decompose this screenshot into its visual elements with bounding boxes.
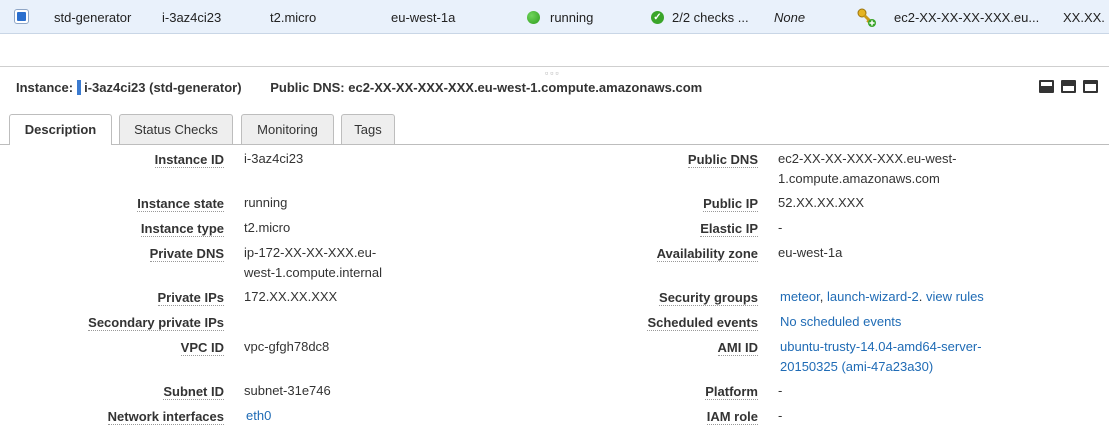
- elastic-ip-label: Elastic IP: [700, 221, 758, 237]
- view-rules-link[interactable]: view rules: [926, 289, 984, 304]
- elastic-ip-value: -: [778, 220, 783, 235]
- security-groups-label: Security groups: [659, 290, 758, 306]
- private-dns-label: Private DNS: [149, 246, 224, 262]
- subnet-id-value: subnet-31e746: [244, 383, 331, 398]
- status-checks: 2/2 checks ...: [672, 10, 749, 25]
- private-dns-value: ip-172-XX-XX-XXX.eu-west-1.compute.inter…: [244, 245, 383, 280]
- security-group-launch-wizard-link[interactable]: launch-wizard-2: [827, 289, 919, 304]
- private-ips-label: Private IPs: [157, 290, 224, 306]
- instance-color-bar: [77, 80, 82, 95]
- availability-zone-value: eu-west-1a: [778, 245, 843, 260]
- public-ip-value: 52.XX.XX.XXX: [778, 195, 864, 210]
- details-header: Instance: i-3az4ci23 (std-generator) Publ…: [16, 80, 702, 95]
- dot-separator: .: [918, 289, 923, 304]
- ami-id-label: AMI ID: [717, 340, 758, 356]
- security-groups-value: meteor, launch-wizard-2. view rules: [780, 287, 1080, 307]
- platform-label: Platform: [705, 384, 758, 400]
- panel-splitter[interactable]: [0, 66, 1109, 67]
- scheduled-events-link[interactable]: No scheduled events: [780, 312, 1040, 332]
- instance-type-label: Instance type: [140, 221, 224, 237]
- secondary-private-ips-label: Secondary private IPs: [88, 315, 224, 331]
- private-ips-value: 172.XX.XX.XXX: [244, 289, 338, 304]
- instance-type: t2.micro: [270, 10, 317, 25]
- instance-label: Instance:: [16, 80, 74, 95]
- subnet-id-label: Subnet ID: [163, 384, 224, 400]
- ami-id-link[interactable]: ubuntu-trusty-14.04-amd64-server-2015032…: [780, 337, 1000, 377]
- availability-zone-label: Availability zone: [656, 246, 758, 262]
- instance-id-label: Instance ID: [154, 152, 224, 168]
- layout-top-icon[interactable]: [1083, 80, 1098, 93]
- availability-zone: eu-west-1a: [391, 10, 456, 25]
- key-icon[interactable]: [857, 8, 877, 28]
- public-dns-field-label: Public DNS: [687, 152, 758, 168]
- tab-status-checks[interactable]: Status Checks: [119, 114, 233, 144]
- public-dns-title: ec2-XX-XX-XXX-XXX.eu-west-1.compute.amaz…: [348, 80, 703, 95]
- iam-role-label: IAM role: [706, 409, 758, 425]
- public-dns-value: ec2-XX-XX-XXX-XXX.eu-west-1.compute.amaz…: [778, 151, 957, 186]
- iam-role-value: -: [778, 408, 783, 423]
- tab-monitoring[interactable]: Monitoring: [241, 114, 334, 144]
- instance-title: i-3az4ci23 (std-generator): [84, 80, 242, 95]
- public-dns-cell: ec2-XX-XX-XX-XXX.eu...: [894, 10, 1040, 25]
- layout-bottom-icon[interactable]: [1039, 80, 1054, 93]
- vpc-id-label: VPC ID: [180, 340, 224, 356]
- public-dns-label: Public DNS:: [270, 80, 345, 95]
- tab-description[interactable]: Description: [9, 114, 112, 145]
- scheduled-events-label: Scheduled events: [647, 315, 758, 331]
- instance-type-value: t2.micro: [244, 220, 291, 235]
- public-ip-cell: XX.XX.: [1063, 10, 1105, 25]
- security-group-meteor-link[interactable]: meteor: [780, 289, 820, 304]
- comma-separator: ,: [819, 289, 824, 304]
- public-ip-label: Public IP: [703, 196, 758, 212]
- checkmark-icon: ✓: [651, 11, 664, 24]
- network-interfaces-label: Network interfaces: [107, 409, 224, 425]
- tab-tags[interactable]: Tags: [341, 114, 395, 144]
- layout-split-icon[interactable]: [1061, 80, 1076, 93]
- instance-id: i-3az4ci23: [162, 10, 222, 25]
- platform-value: -: [778, 383, 783, 398]
- alarm-status: None: [774, 10, 806, 25]
- network-interface-link[interactable]: eth0: [246, 406, 436, 426]
- instance-name: std-generator: [54, 10, 132, 25]
- instance-id-value: i-3az4ci23: [244, 151, 304, 166]
- row-select-checkbox[interactable]: [14, 9, 29, 24]
- vpc-id-value: vpc-gfgh78dc8: [244, 339, 330, 354]
- details-tabs: Description Status Checks Monitoring Tag…: [0, 114, 1109, 145]
- instance-state-label: Instance state: [137, 196, 224, 212]
- resize-grip-icon[interactable]: ▫▫▫: [545, 68, 561, 78]
- instance-state-value: running: [244, 195, 288, 210]
- running-status-icon: [527, 11, 540, 24]
- instance-table-row[interactable]: std-generator i-3az4ci23 t2.micro eu-wes…: [0, 0, 1109, 34]
- instance-state: running: [550, 10, 594, 25]
